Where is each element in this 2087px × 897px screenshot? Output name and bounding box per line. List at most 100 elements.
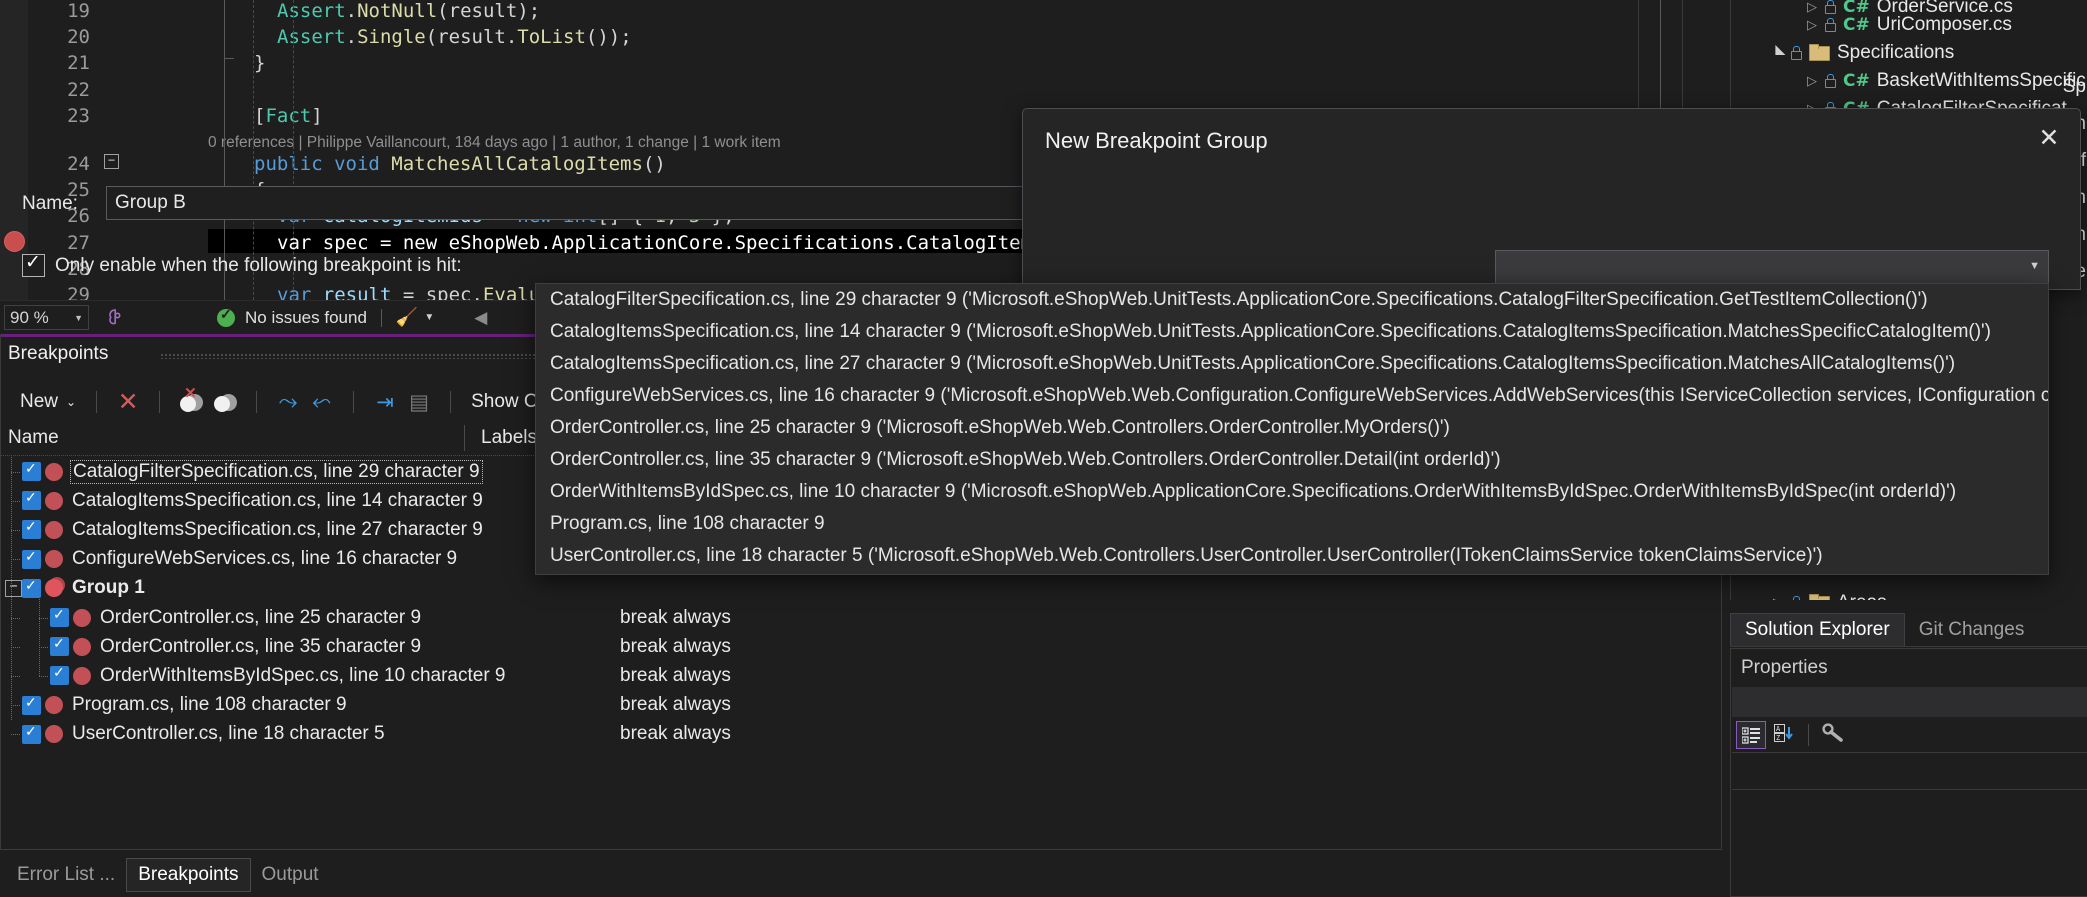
toolbar-divider [1808,724,1809,746]
collapse-region-button[interactable]: − [104,154,119,169]
dropdown-option[interactable]: Program.cs, line 108 character 9 [536,508,2048,540]
solution-tree-item-label: BasketWithItemsSpecific [1877,70,2086,92]
bottom-tab-output[interactable]: Output [251,859,330,891]
breakpoint-enabled-checkbox[interactable] [22,550,41,569]
breakpoint-row[interactable]: −Group 1 [0,574,1722,603]
dropdown-option[interactable]: OrderWithItemsByIdSpec.cs, line 10 chara… [536,476,2048,508]
go-to-source-button[interactable]: ⇥ [368,387,402,417]
show-columns-button[interactable]: Show C [471,391,538,413]
only-enable-checkbox[interactable] [22,254,45,277]
solution-tree-item[interactable]: ▷Areas [1731,588,1887,600]
categorized-view-button[interactable] [1736,721,1766,749]
tree-connector [11,734,20,735]
solution-tree-item[interactable]: ◢Specifications [1731,38,1954,67]
breakpoint-icon [45,492,63,510]
enable-all-breakpoints-button[interactable] [208,387,242,417]
pane-tab-git-changes[interactable]: Git Changes [1905,614,2039,646]
breakpoint-label: OrderWithItemsByIdSpec.cs, line 10 chara… [100,665,506,687]
properties-object-selector[interactable] [1732,687,2087,717]
breakpoint-condition: break always [620,665,731,687]
breakpoint-label: CatalogFilterSpecification.cs, line 29 c… [70,460,483,484]
dropdown-option[interactable]: UserController.cs, line 18 character 5 (… [536,540,2048,572]
breakpoint-row[interactable]: UserController.cs, line 18 character 5br… [0,720,1722,749]
properties-panel: Properties [1730,648,2087,897]
breakpoint-row[interactable]: OrderWithItemsByIdSpec.cs, line 10 chara… [0,661,1722,690]
breakpoint-glyph-line-27[interactable] [4,231,25,252]
new-breakpoint-button[interactable]: New ⌄ [14,388,82,416]
column-header-labels[interactable]: Labels [481,427,537,449]
block-structure-hook [224,58,234,59]
bottom-tab-breakpoints[interactable]: Breakpoints [126,858,250,892]
zoom-level-combobox[interactable]: 90 % ▼ [4,305,89,330]
breakpoint-enabled-checkbox[interactable] [22,462,41,481]
dropdown-option[interactable]: CatalogItemsSpecification.cs, line 27 ch… [536,348,2048,380]
bottom-tab-error-list[interactable]: Error List ... [6,859,126,891]
bottom-tool-window-tabs[interactable]: Error List ...BreakpointsOutput [0,853,1728,897]
breakpoint-enabled-checkbox[interactable] [50,608,69,627]
sort-az-icon: A Z [1774,724,1794,747]
breakpoint-dropdown-list[interactable]: CatalogFilterSpecification.cs, line 29 c… [535,283,2049,575]
alphabetical-view-button[interactable]: A Z [1770,722,1798,748]
breakpoint-enabled-checkbox[interactable] [22,520,41,539]
breakpoint-select-combobox[interactable]: ▼ [1495,250,2049,284]
go-to-disassembly-button[interactable]: ▤ [402,387,436,417]
chevron-right-icon[interactable]: ▷ [1807,73,1823,89]
group-expander[interactable]: − [5,580,22,597]
chevron-right-icon[interactable]: ▷ [1773,595,1789,601]
disable-all-breakpoints-button[interactable]: ✕ [174,387,208,417]
solution-tree-item[interactable]: ▷C#BasketWithItemsSpecific [1731,66,2086,95]
svg-text:Z: Z [1776,734,1780,742]
solution-tree-item[interactable]: ▷C#UriComposer.cs [1731,10,2012,39]
intellicode-icon[interactable] [103,306,127,330]
line-number: 23 [28,103,90,129]
breakpoint-label: CatalogItemsSpecification.cs, line 27 ch… [72,519,483,541]
breakpoint-row[interactable]: Program.cs, line 108 character 9break al… [0,691,1722,720]
chevron-down-icon: ⌄ [66,395,76,409]
breakpoint-group-icon [45,579,63,597]
breakpoint-enabled-checkbox[interactable] [50,666,69,685]
import-arrow-icon: ⤳ [312,390,331,414]
solution-explorer-tab-strip[interactable]: Solution ExplorerGit Changes [1730,612,2087,647]
dialog-title: New Breakpoint Group [1045,128,1268,154]
breakpoint-label: UserController.cs, line 18 character 5 [72,723,385,745]
pane-tab-solution-explorer[interactable]: Solution Explorer [1730,613,1905,646]
zoom-level-value: 90 % [10,308,49,328]
tree-connector [39,676,48,677]
line-number: 22 [28,77,90,103]
scroll-left-icon[interactable]: ◀ [474,308,487,328]
group-name-input[interactable] [106,186,1036,220]
breakpoint-disable-icon: ✕ [177,390,205,414]
chevron-down-icon: ▼ [424,312,434,323]
close-x-icon: ✕ [118,390,139,415]
breakpoint-enabled-checkbox[interactable] [22,725,41,744]
column-divider[interactable] [464,425,465,451]
breakpoint-enabled-checkbox[interactable] [22,491,41,510]
column-header-name[interactable]: Name [8,427,59,449]
breakpoint-icon [45,725,63,743]
breakpoint-condition: break always [620,694,731,716]
code-tokens: } [254,50,265,76]
dropdown-option[interactable]: ConfigureWebServices.cs, line 16 charact… [536,380,2048,412]
close-icon[interactable]: ✕ [2032,121,2066,155]
breakpoint-row[interactable]: OrderController.cs, line 35 character 9b… [0,632,1722,661]
chevron-down-icon[interactable]: ◢ [1773,45,1789,61]
dropdown-option[interactable]: CatalogItemsSpecification.cs, line 14 ch… [536,316,2048,348]
tree-connector [11,559,20,560]
dropdown-option[interactable]: CatalogFilterSpecification.cs, line 29 c… [536,284,2048,316]
property-pages-button[interactable] [1819,722,1847,748]
export-breakpoints-button[interactable]: ⤳ [271,387,305,417]
only-enable-checkbox-row[interactable]: Only enable when the following breakpoin… [22,254,462,277]
breakpoint-enabled-checkbox[interactable] [50,637,69,656]
breakpoint-row[interactable]: OrderController.cs, line 25 character 9b… [0,603,1722,632]
dropdown-option[interactable]: OrderController.cs, line 35 character 9 … [536,444,2048,476]
chevron-right-icon[interactable]: ▷ [1807,17,1823,33]
lock-icon [1823,74,1836,88]
code-cleanup-button[interactable]: 🧹 ▼ [396,307,434,328]
breakpoint-enabled-checkbox[interactable] [22,696,41,715]
lock-icon [1789,46,1802,60]
dropdown-option[interactable]: OrderController.cs, line 25 character 9 … [536,412,2048,444]
toolbar-divider [96,391,97,413]
delete-all-breakpoints-button[interactable]: ✕ [111,387,145,417]
import-breakpoints-button[interactable]: ⤳ [305,387,339,417]
go-to-source-icon: ⇥ [376,392,394,413]
